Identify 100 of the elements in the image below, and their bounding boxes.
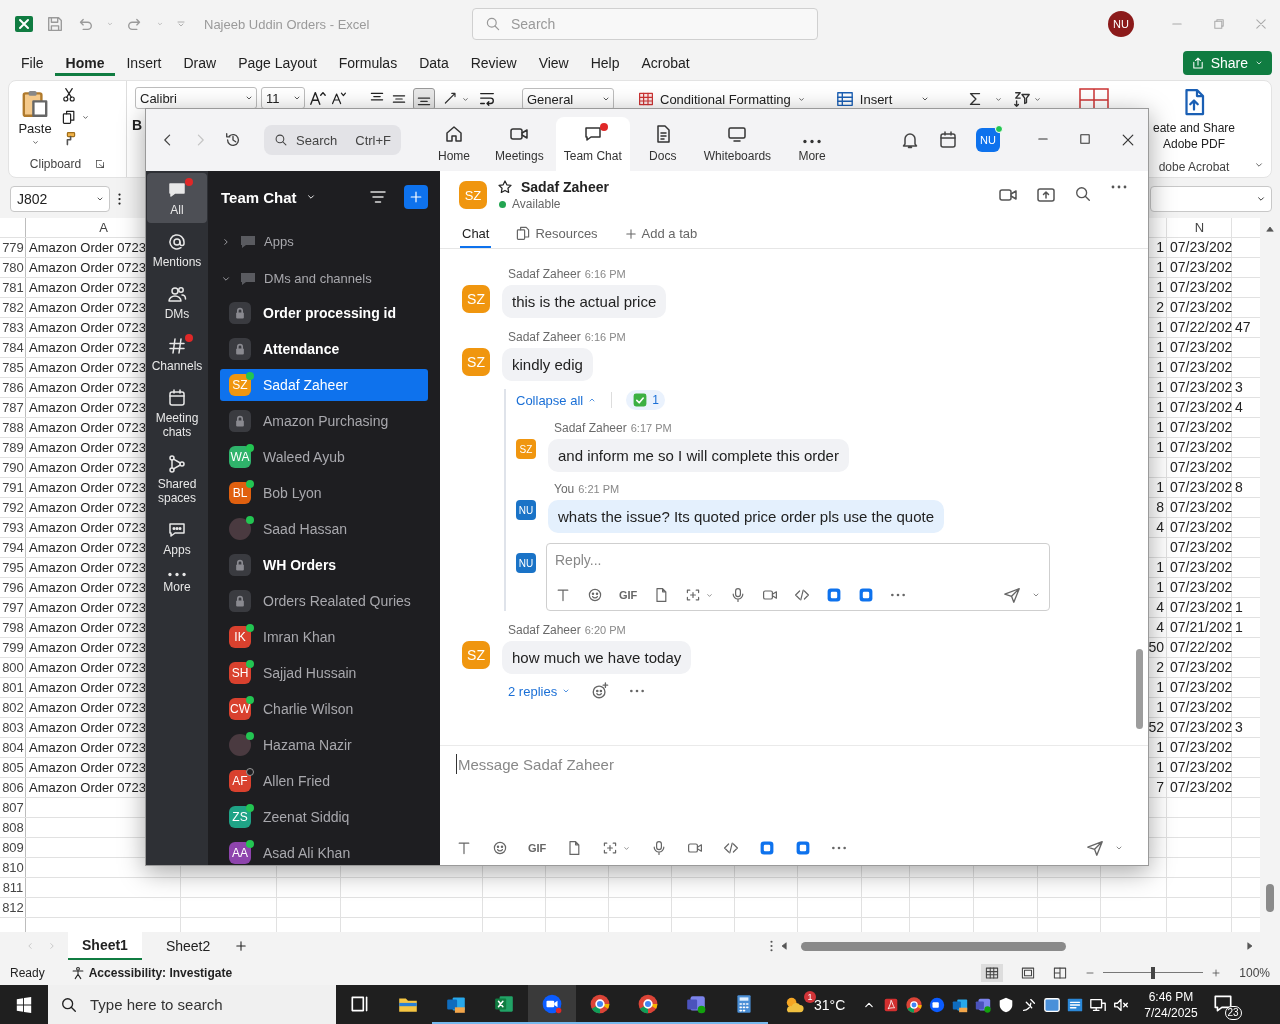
chat-list-item[interactable]: CW Charlie Wilson [220,693,428,725]
more-icon[interactable] [1110,185,1128,189]
taskbar-app[interactable] [528,985,576,1024]
sheet-tab[interactable]: Sheet2 [151,932,225,960]
search-input[interactable]: Type here to search [90,996,289,1013]
nav-tab[interactable]: More [783,117,842,171]
ribbon-tab[interactable]: Acrobat [630,50,701,76]
maximize-icon[interactable] [1078,132,1092,146]
sidebar-tab[interactable]: DMs [147,277,207,327]
chat-list-item[interactable]: Amazon Purchasing [220,405,428,437]
close-icon[interactable] [1120,132,1136,148]
chat-tab[interactable]: Add a tab [621,226,700,248]
ribbon-tab[interactable]: View [527,50,580,76]
sidebar-tab[interactable]: Shared spaces [147,447,207,511]
chat-list-item[interactable]: Order processing id [220,297,428,329]
replies-link[interactable]: 2 replies [508,683,572,699]
emoji-icon[interactable] [492,840,508,856]
page-break-icon[interactable] [1053,965,1068,980]
sidebar-tab[interactable]: Meeting chats [147,381,207,445]
table-icon[interactable] [1079,88,1109,108]
decrease-font-icon[interactable] [331,90,347,106]
more-icon[interactable] [770,940,774,952]
align-bottom-button[interactable] [413,88,435,110]
search-field[interactable]: Search [472,8,818,40]
sidebar-tab[interactable]: Channels [147,329,207,379]
ribbon-tab[interactable]: Review [459,50,528,76]
sidebar-tab[interactable]: Apps [147,513,207,563]
gif-button[interactable]: GIF [619,589,638,601]
wrap-text-icon[interactable] [478,90,496,108]
sheet-tab[interactable]: Sheet1 [68,932,142,960]
chat-list-item[interactable]: AA Asad Ali Khan [220,837,428,865]
save-icon[interactable] [46,15,64,33]
nav-tab[interactable]: Home [425,117,483,171]
nav-tab[interactable]: Docs [633,117,692,171]
add-reaction-icon[interactable] [591,682,610,700]
message-input[interactable]: Message Sadaf Zaheer [456,754,1124,774]
scrollbar-thumb[interactable] [801,941,1067,951]
search-input[interactable]: Search [511,16,805,32]
browser-icon[interactable] [905,995,924,1014]
text-format-icon[interactable] [456,840,472,856]
sidebar-tab[interactable]: More [147,565,207,600]
chat-list-item[interactable]: SZ Sadaf Zaheer [220,369,428,401]
search-field[interactable]: Type here to search [48,985,336,1024]
chat-tab[interactable]: Resources [513,225,600,248]
bell-icon[interactable] [900,130,920,150]
bold-button[interactable]: B [131,115,143,135]
ribbon-tab[interactable]: Formulas [327,50,409,76]
panel-title[interactable]: Team Chat [221,188,297,206]
section-header[interactable]: Apps [220,223,428,260]
reply-field[interactable]: Reply... GIF [546,543,1050,611]
send-icon[interactable] [1086,839,1104,857]
dialog-launcher-icon[interactable] [95,159,106,169]
screenshot-icon[interactable] [602,840,619,856]
new-chat-button[interactable] [404,185,428,209]
cut-icon[interactable] [61,87,77,103]
chat-list-item[interactable]: Saad Hassan [220,513,428,545]
sidebar-tab[interactable]: All [147,173,207,223]
accessibility-status[interactable]: Accessibility: Investigate [88,965,233,980]
search-field[interactable]: Search Ctrl+F [264,125,401,155]
video-app-icon[interactable] [928,995,947,1014]
code-icon[interactable] [794,587,811,603]
chat-list-item[interactable]: WH Orders [220,549,428,581]
video-camera-icon[interactable] [687,840,704,856]
font-size-dropdown[interactable]: 11 [261,87,305,109]
clock-date[interactable]: 7/24/2025 [1144,1004,1198,1021]
normal-view-button[interactable] [981,963,1004,982]
section-header[interactable]: DMs and channels [220,260,428,297]
chat-list-item[interactable]: Hazama Nazir [220,729,428,761]
scroll-up-icon[interactable] [1265,224,1275,234]
clock-time[interactable]: 6:46 PM [1148,988,1194,1005]
ribbon-tab[interactable]: Draw [172,50,228,76]
text-format-icon[interactable] [555,587,571,603]
scrollbar-thumb[interactable] [1266,884,1274,912]
chat-list-item[interactable]: SH Sajjad Hussain [220,657,428,689]
screenshot-icon[interactable] [685,587,702,603]
ribbon-tab[interactable]: Home [54,50,116,76]
increase-font-icon[interactable] [309,89,327,107]
ribbon-tab[interactable]: File [10,50,55,76]
paste-button[interactable]: Paste [15,85,55,149]
ribbon-tab[interactable]: Insert [115,50,173,76]
history-icon[interactable] [224,131,242,149]
windows-start-icon[interactable] [15,995,33,1014]
chat-list-item[interactable]: WA Waleed Ayub [220,441,428,473]
chat-list-item[interactable]: BL Bob Lyon [220,477,428,509]
collapse-link[interactable]: Collapse all [516,392,598,408]
nav-tab[interactable]: Team Chat [555,117,630,171]
chat-list-item[interactable]: Attendance [220,333,428,365]
copy-icon[interactable] [61,109,77,125]
star-icon[interactable] [497,179,513,195]
sidebar-tab[interactable]: Mentions [147,225,207,275]
chat-list-item[interactable]: IK Imran Khan [220,621,428,653]
calendar-icon[interactable] [938,130,958,150]
number-format-dropdown[interactable]: General [522,88,614,110]
scrollbar-thumb[interactable] [1136,649,1143,729]
search-icon[interactable] [1074,185,1092,203]
slider-thumb[interactable] [1151,966,1156,979]
gif-button[interactable]: GIF [528,842,547,854]
video-camera-icon[interactable] [762,587,779,603]
ribbon-tab[interactable]: Data [408,50,460,76]
share-screen-icon[interactable] [1036,185,1056,205]
